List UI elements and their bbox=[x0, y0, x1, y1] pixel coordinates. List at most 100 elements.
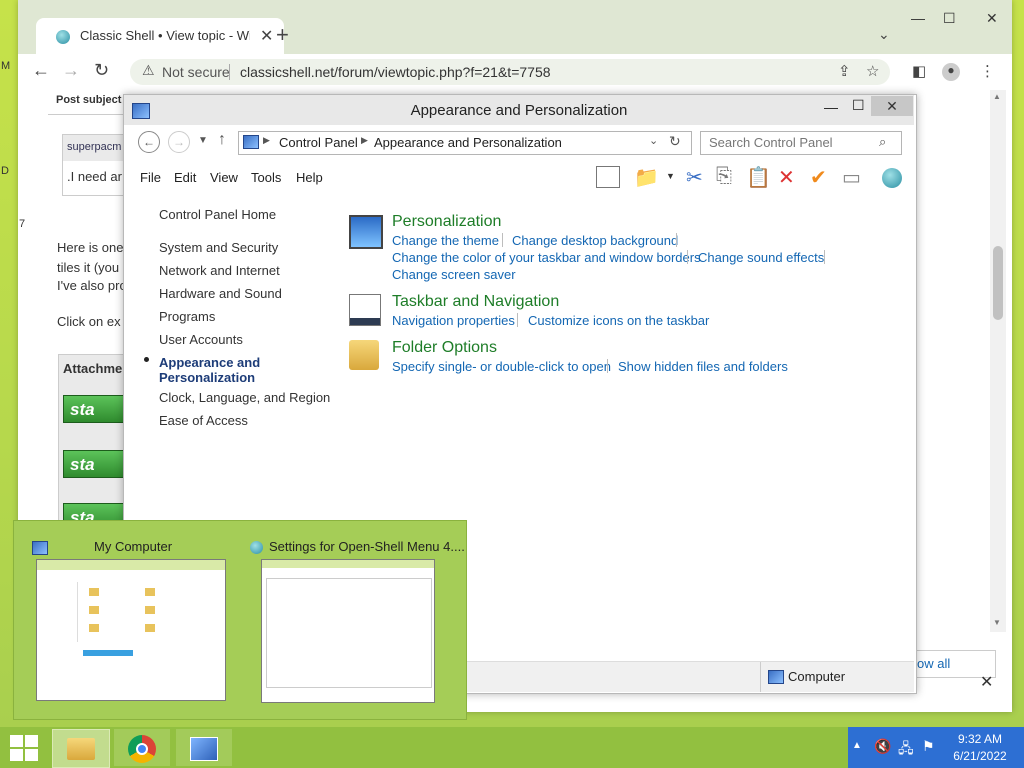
nav-appearance-current-2[interactable]: Personalization bbox=[159, 370, 255, 385]
single-double-click-link[interactable]: Specify single- or double-click to open bbox=[392, 359, 611, 374]
menu-kebab-icon[interactable]: ⋮ bbox=[980, 62, 995, 80]
taskbar-control-panel-button[interactable] bbox=[176, 729, 232, 766]
taskbar-navigation-title[interactable]: Taskbar and Navigation bbox=[392, 293, 559, 311]
not-secure-label[interactable]: Not secure bbox=[162, 64, 230, 80]
nav-hardware-sound[interactable]: Hardware and Sound bbox=[159, 286, 282, 301]
clock-time[interactable]: 9:32 AM bbox=[948, 732, 1012, 746]
side-panel-icon[interactable]: ◧ bbox=[912, 62, 926, 80]
maximize-icon[interactable]: ☐ bbox=[943, 10, 956, 27]
up-arrow-icon[interactable]: ↑ bbox=[218, 131, 226, 149]
show-hidden-icons-icon[interactable]: ▲ bbox=[852, 740, 862, 751]
nav-clock-region[interactable]: Clock, Language, and Region bbox=[159, 390, 330, 405]
show-hidden-files-link[interactable]: Show hidden files and folders bbox=[618, 359, 788, 374]
cut-icon[interactable]: ✂ bbox=[686, 165, 703, 190]
nav-programs[interactable]: Programs bbox=[159, 309, 215, 324]
my-computer-thumbnail[interactable] bbox=[36, 559, 226, 701]
back-arrow-icon[interactable]: ← bbox=[32, 60, 50, 81]
clock-date[interactable]: 6/21/2022 bbox=[948, 749, 1012, 763]
cp-minimize-icon[interactable]: — bbox=[824, 99, 838, 115]
copy-icon[interactable]: ⎘ bbox=[716, 165, 732, 188]
action-center-icon[interactable]: ⚑ bbox=[922, 738, 935, 755]
new-tab-button[interactable]: + bbox=[276, 22, 289, 48]
address-bar[interactable]: ⚠ Not secure classicshell.net/forum/view… bbox=[130, 59, 890, 85]
show-all-label: ow all bbox=[917, 656, 951, 671]
close-icon[interactable]: ✕ bbox=[986, 10, 998, 27]
scroll-up-icon[interactable]: ▲ bbox=[993, 92, 1001, 101]
menu-view[interactable]: View bbox=[210, 170, 238, 185]
refresh-icon[interactable]: ↻ bbox=[669, 133, 681, 150]
navigation-properties-link[interactable]: Navigation properties bbox=[392, 313, 515, 328]
taskbar-navigation-icon[interactable] bbox=[349, 294, 381, 326]
recent-pages-chevron-icon[interactable]: ▼ bbox=[198, 135, 208, 146]
cp-search-box[interactable]: Search Control Panel ⌕ bbox=[700, 131, 902, 155]
speaker-muted-icon[interactable]: 🔇 bbox=[874, 738, 891, 755]
windows-start-icon[interactable] bbox=[10, 735, 38, 761]
page-scrollbar[interactable]: ▲ ▼ bbox=[990, 90, 1006, 632]
taskbar-explorer-button[interactable] bbox=[52, 729, 110, 768]
breadcrumb-chevron-icon[interactable]: ▶ bbox=[361, 135, 368, 146]
customize-icons-link[interactable]: Customize icons on the taskbar bbox=[528, 313, 709, 328]
minimize-icon[interactable]: — bbox=[911, 10, 925, 26]
change-sound-link[interactable]: Change sound effects bbox=[698, 250, 824, 265]
nav-appearance-current[interactable]: Appearance and bbox=[159, 355, 260, 370]
address-dropdown-icon[interactable]: ⌄ bbox=[649, 134, 658, 147]
cp-forward-icon[interactable]: → bbox=[168, 131, 190, 153]
scroll-down-icon[interactable]: ▼ bbox=[993, 618, 1001, 627]
change-screensaver-link[interactable]: Change screen saver bbox=[392, 267, 516, 282]
bookmark-star-icon[interactable]: ☆ bbox=[866, 62, 879, 80]
menu-tools[interactable]: Tools bbox=[251, 170, 281, 185]
change-color-link[interactable]: Change the color of your taskbar and win… bbox=[392, 250, 701, 265]
search-icon[interactable]: ⌕ bbox=[879, 134, 886, 150]
menu-help[interactable]: Help bbox=[296, 170, 323, 185]
change-theme-link[interactable]: Change the theme bbox=[392, 233, 499, 248]
url-text[interactable]: classicshell.net/forum/viewtopic.php?f=2… bbox=[240, 64, 551, 80]
profile-avatar-icon[interactable]: ● bbox=[942, 63, 960, 81]
network-icon[interactable]: 🖧 bbox=[898, 738, 914, 762]
paste-icon[interactable]: 📋 bbox=[746, 165, 771, 190]
preview-pane-icon[interactable] bbox=[596, 166, 620, 188]
nav-user-accounts[interactable]: User Accounts bbox=[159, 332, 243, 347]
change-background-link[interactable]: Change desktop background bbox=[512, 233, 678, 248]
personalization-icon[interactable] bbox=[349, 215, 383, 249]
nav-system-security[interactable]: System and Security bbox=[159, 240, 278, 255]
breadcrumb-chevron-icon[interactable]: ▶ bbox=[263, 135, 270, 146]
tab-close-icon[interactable]: ✕ bbox=[260, 26, 273, 46]
delete-icon[interactable]: ✕ bbox=[778, 165, 795, 190]
folder-options-icon[interactable] bbox=[349, 340, 379, 370]
cp-menu-bar: File Edit View Tools Help 📁 ▼ ✂ ⎘ 📋 ✕ ✔ … bbox=[124, 161, 914, 195]
nav-ease-of-access[interactable]: Ease of Access bbox=[159, 413, 248, 428]
cp-back-icon[interactable]: ← bbox=[138, 131, 160, 153]
nav-network-internet[interactable]: Network and Internet bbox=[159, 263, 280, 278]
check-icon[interactable]: ✔ bbox=[810, 165, 827, 190]
cp-close-button[interactable]: ✕ bbox=[871, 96, 913, 116]
personalization-title[interactable]: Personalization bbox=[392, 213, 501, 231]
taskbar-chrome-button[interactable] bbox=[114, 729, 170, 766]
reload-icon[interactable]: ↻ bbox=[94, 60, 109, 81]
cp-maximize-icon[interactable]: ☐ bbox=[852, 97, 865, 114]
folder-properties-icon[interactable]: 📁 bbox=[634, 165, 659, 190]
menu-file[interactable]: File bbox=[140, 170, 161, 185]
link-separator bbox=[502, 233, 503, 247]
share-icon[interactable]: ⇪ bbox=[838, 62, 851, 80]
folder-options-title[interactable]: Folder Options bbox=[392, 339, 497, 357]
breadcrumb-control-panel[interactable]: Control Panel bbox=[279, 135, 358, 150]
close-downloads-icon[interactable]: ✕ bbox=[980, 672, 993, 692]
tab-search-chevron-icon[interactable]: ⌄ bbox=[878, 26, 890, 43]
folder-dropdown-icon[interactable]: ▼ bbox=[666, 171, 675, 181]
breadcrumb-appearance[interactable]: Appearance and Personalization bbox=[374, 135, 562, 150]
settings-thumbnail[interactable] bbox=[261, 559, 435, 703]
start-button-image[interactable]: sta bbox=[63, 395, 125, 423]
scroll-thumb[interactable] bbox=[993, 246, 1003, 320]
browser-tab[interactable]: Classic Shell • View topic - Windo ✕ bbox=[36, 18, 284, 54]
cp-title-bar[interactable]: Appearance and Personalization — ☐ ✕ bbox=[124, 95, 914, 125]
cp-address-bar[interactable]: ▶ Control Panel ▶ Appearance and Persona… bbox=[238, 131, 692, 155]
quote-user[interactable]: superpacm bbox=[67, 141, 121, 153]
forward-arrow-icon[interactable]: → bbox=[62, 60, 80, 81]
cp-home-link[interactable]: Control Panel Home bbox=[159, 207, 276, 222]
shell-icon[interactable] bbox=[882, 168, 902, 188]
my-computer-thumb-title[interactable]: My Computer bbox=[94, 539, 172, 554]
settings-thumb-title[interactable]: Settings for Open-Shell Menu 4.... bbox=[269, 539, 465, 554]
properties-icon[interactable]: ▭ bbox=[842, 165, 861, 190]
menu-edit[interactable]: Edit bbox=[174, 170, 196, 185]
start-button-image[interactable]: sta bbox=[63, 450, 125, 478]
